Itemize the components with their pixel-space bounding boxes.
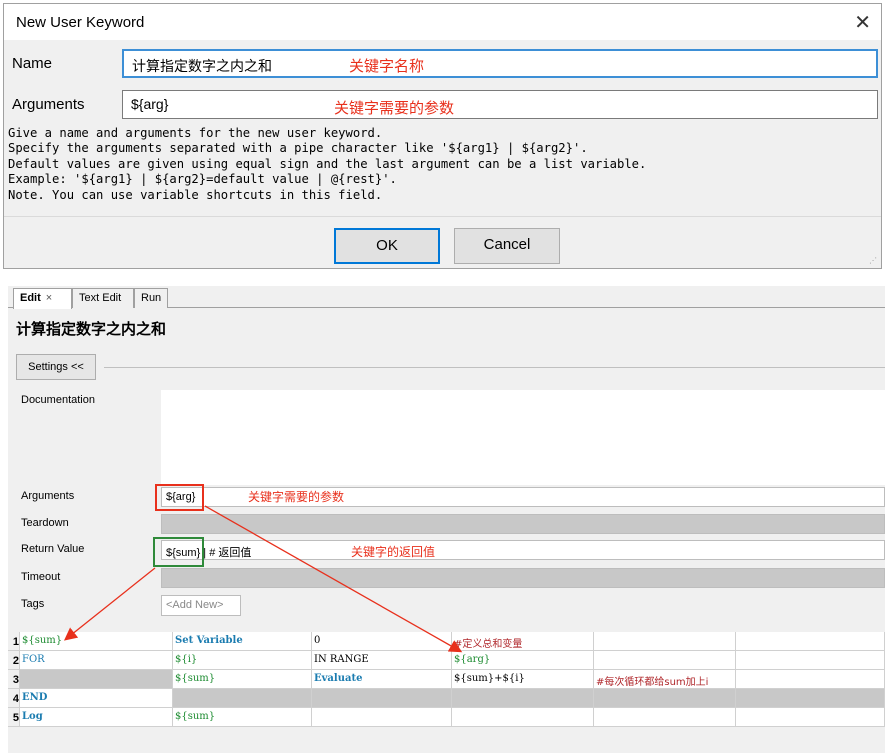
table-cell[interactable]: Evaluate bbox=[312, 670, 452, 689]
return-value-highlight-box bbox=[153, 537, 204, 567]
cancel-button[interactable]: Cancel bbox=[454, 228, 560, 264]
table-cell[interactable] bbox=[173, 689, 312, 708]
name-annotation: 关键字名称 bbox=[349, 58, 425, 75]
table-cell[interactable] bbox=[594, 689, 736, 708]
ok-button[interactable]: OK bbox=[334, 228, 440, 264]
documentation-label: Documentation bbox=[21, 394, 95, 406]
table-cell[interactable]: ${sum} bbox=[20, 632, 173, 651]
arguments-setting-annotation: 关键字需要的参数 bbox=[248, 490, 345, 504]
table-cell[interactable]: FOR bbox=[20, 651, 173, 670]
close-icon[interactable]: ✕ bbox=[854, 10, 871, 35]
table-cell[interactable]: #定义总和变量 bbox=[452, 632, 594, 651]
new-user-keyword-dialog: New User Keyword ✕ Name 计算指定数字之内之和 关键字名称… bbox=[3, 3, 882, 269]
tab-run[interactable]: Run bbox=[134, 288, 168, 308]
dialog-titlebar: New User Keyword ✕ bbox=[4, 4, 881, 40]
table-cell[interactable] bbox=[736, 670, 885, 689]
table-cell[interactable] bbox=[594, 632, 736, 651]
table-row: 3 ${sum} Evaluate ${sum}+${i} #每次循环都给sum… bbox=[8, 670, 885, 689]
row-number[interactable]: 2 bbox=[8, 651, 20, 670]
tags-add-new-button[interactable]: <Add New> bbox=[161, 595, 241, 616]
tab-close-icon[interactable]: × bbox=[46, 292, 52, 304]
table-cell[interactable]: ${sum} bbox=[173, 670, 312, 689]
table-cell[interactable]: Set Variable bbox=[173, 632, 312, 651]
steps-table: 1 ${sum} Set Variable 0 #定义总和变量 2 FOR ${… bbox=[8, 632, 885, 727]
return-value-annotation: 关键字的返回值 bbox=[351, 545, 436, 559]
row-number[interactable]: 3 bbox=[8, 670, 20, 689]
table-row: 2 FOR ${i} IN RANGE ${arg} bbox=[8, 651, 885, 670]
keyword-title: 计算指定数字之内之和 bbox=[16, 321, 167, 338]
table-cell[interactable]: ${arg} bbox=[452, 651, 594, 670]
table-cell[interactable]: ${sum} bbox=[173, 708, 312, 727]
table-cell[interactable]: ${sum}+${i} bbox=[452, 670, 594, 689]
arguments-annotation: 关键字需要的参数 bbox=[334, 100, 455, 117]
timeout-field[interactable] bbox=[161, 568, 885, 588]
table-row: 5 Log ${sum} bbox=[8, 708, 885, 727]
settings-toggle-button[interactable]: Settings << bbox=[16, 354, 96, 380]
table-cell[interactable]: #每次循环都给sum加上i bbox=[594, 670, 736, 689]
table-cell[interactable] bbox=[594, 708, 736, 727]
return-value-label: Return Value bbox=[21, 543, 85, 555]
tab-edit-label: Edit bbox=[20, 292, 41, 304]
return-value-field[interactable]: ${sum} | # 返回值 bbox=[161, 540, 885, 560]
tab-edit[interactable]: Edit × bbox=[13, 288, 72, 309]
name-field[interactable]: 计算指定数字之内之和 bbox=[122, 49, 878, 78]
table-cell[interactable] bbox=[736, 632, 885, 651]
table-cell[interactable] bbox=[20, 670, 173, 689]
table-row: 4 END bbox=[8, 689, 885, 708]
table-row: 1 ${sum} Set Variable 0 #定义总和变量 bbox=[8, 632, 885, 651]
arguments-setting-label: Arguments bbox=[21, 490, 75, 502]
table-cell[interactable] bbox=[736, 689, 885, 708]
table-cell[interactable] bbox=[312, 708, 452, 727]
table-cell[interactable] bbox=[452, 689, 594, 708]
documentation-field[interactable] bbox=[161, 390, 885, 485]
help-text: Give a name and arguments for the new us… bbox=[8, 126, 647, 202]
arguments-field[interactable]: ${arg} bbox=[122, 90, 878, 119]
resize-grip-icon[interactable]: ⋰ bbox=[869, 256, 879, 266]
table-cell[interactable]: END bbox=[20, 689, 173, 708]
timeout-label: Timeout bbox=[21, 571, 61, 583]
table-cell[interactable] bbox=[736, 708, 885, 727]
table-cell[interactable] bbox=[312, 689, 452, 708]
settings-divider bbox=[104, 367, 885, 368]
arguments-label: Arguments bbox=[12, 96, 85, 113]
row-number[interactable]: 1 bbox=[8, 632, 20, 651]
row-number[interactable]: 4 bbox=[8, 689, 20, 708]
dialog-separator bbox=[4, 216, 881, 217]
dialog-title: New User Keyword bbox=[16, 14, 145, 31]
teardown-label: Teardown bbox=[21, 517, 69, 529]
tags-label: Tags bbox=[21, 598, 45, 610]
tab-text-edit[interactable]: Text Edit bbox=[72, 288, 134, 308]
table-cell[interactable]: ${i} bbox=[173, 651, 312, 670]
table-cell[interactable]: 0 bbox=[312, 632, 452, 651]
table-cell[interactable] bbox=[736, 651, 885, 670]
teardown-field[interactable] bbox=[161, 514, 885, 534]
editor-tabs: Edit × Text Edit Run bbox=[8, 286, 885, 309]
name-label: Name bbox=[12, 55, 53, 72]
table-cell[interactable] bbox=[594, 651, 736, 670]
keyword-editor: Edit × Text Edit Run 计算指定数字之内之和 Settings … bbox=[8, 286, 885, 753]
row-number[interactable]: 5 bbox=[8, 708, 20, 727]
arguments-highlight-box bbox=[155, 484, 204, 511]
table-cell[interactable]: Log bbox=[20, 708, 173, 727]
table-cell[interactable] bbox=[452, 708, 594, 727]
table-cell[interactable]: IN RANGE bbox=[312, 651, 452, 670]
